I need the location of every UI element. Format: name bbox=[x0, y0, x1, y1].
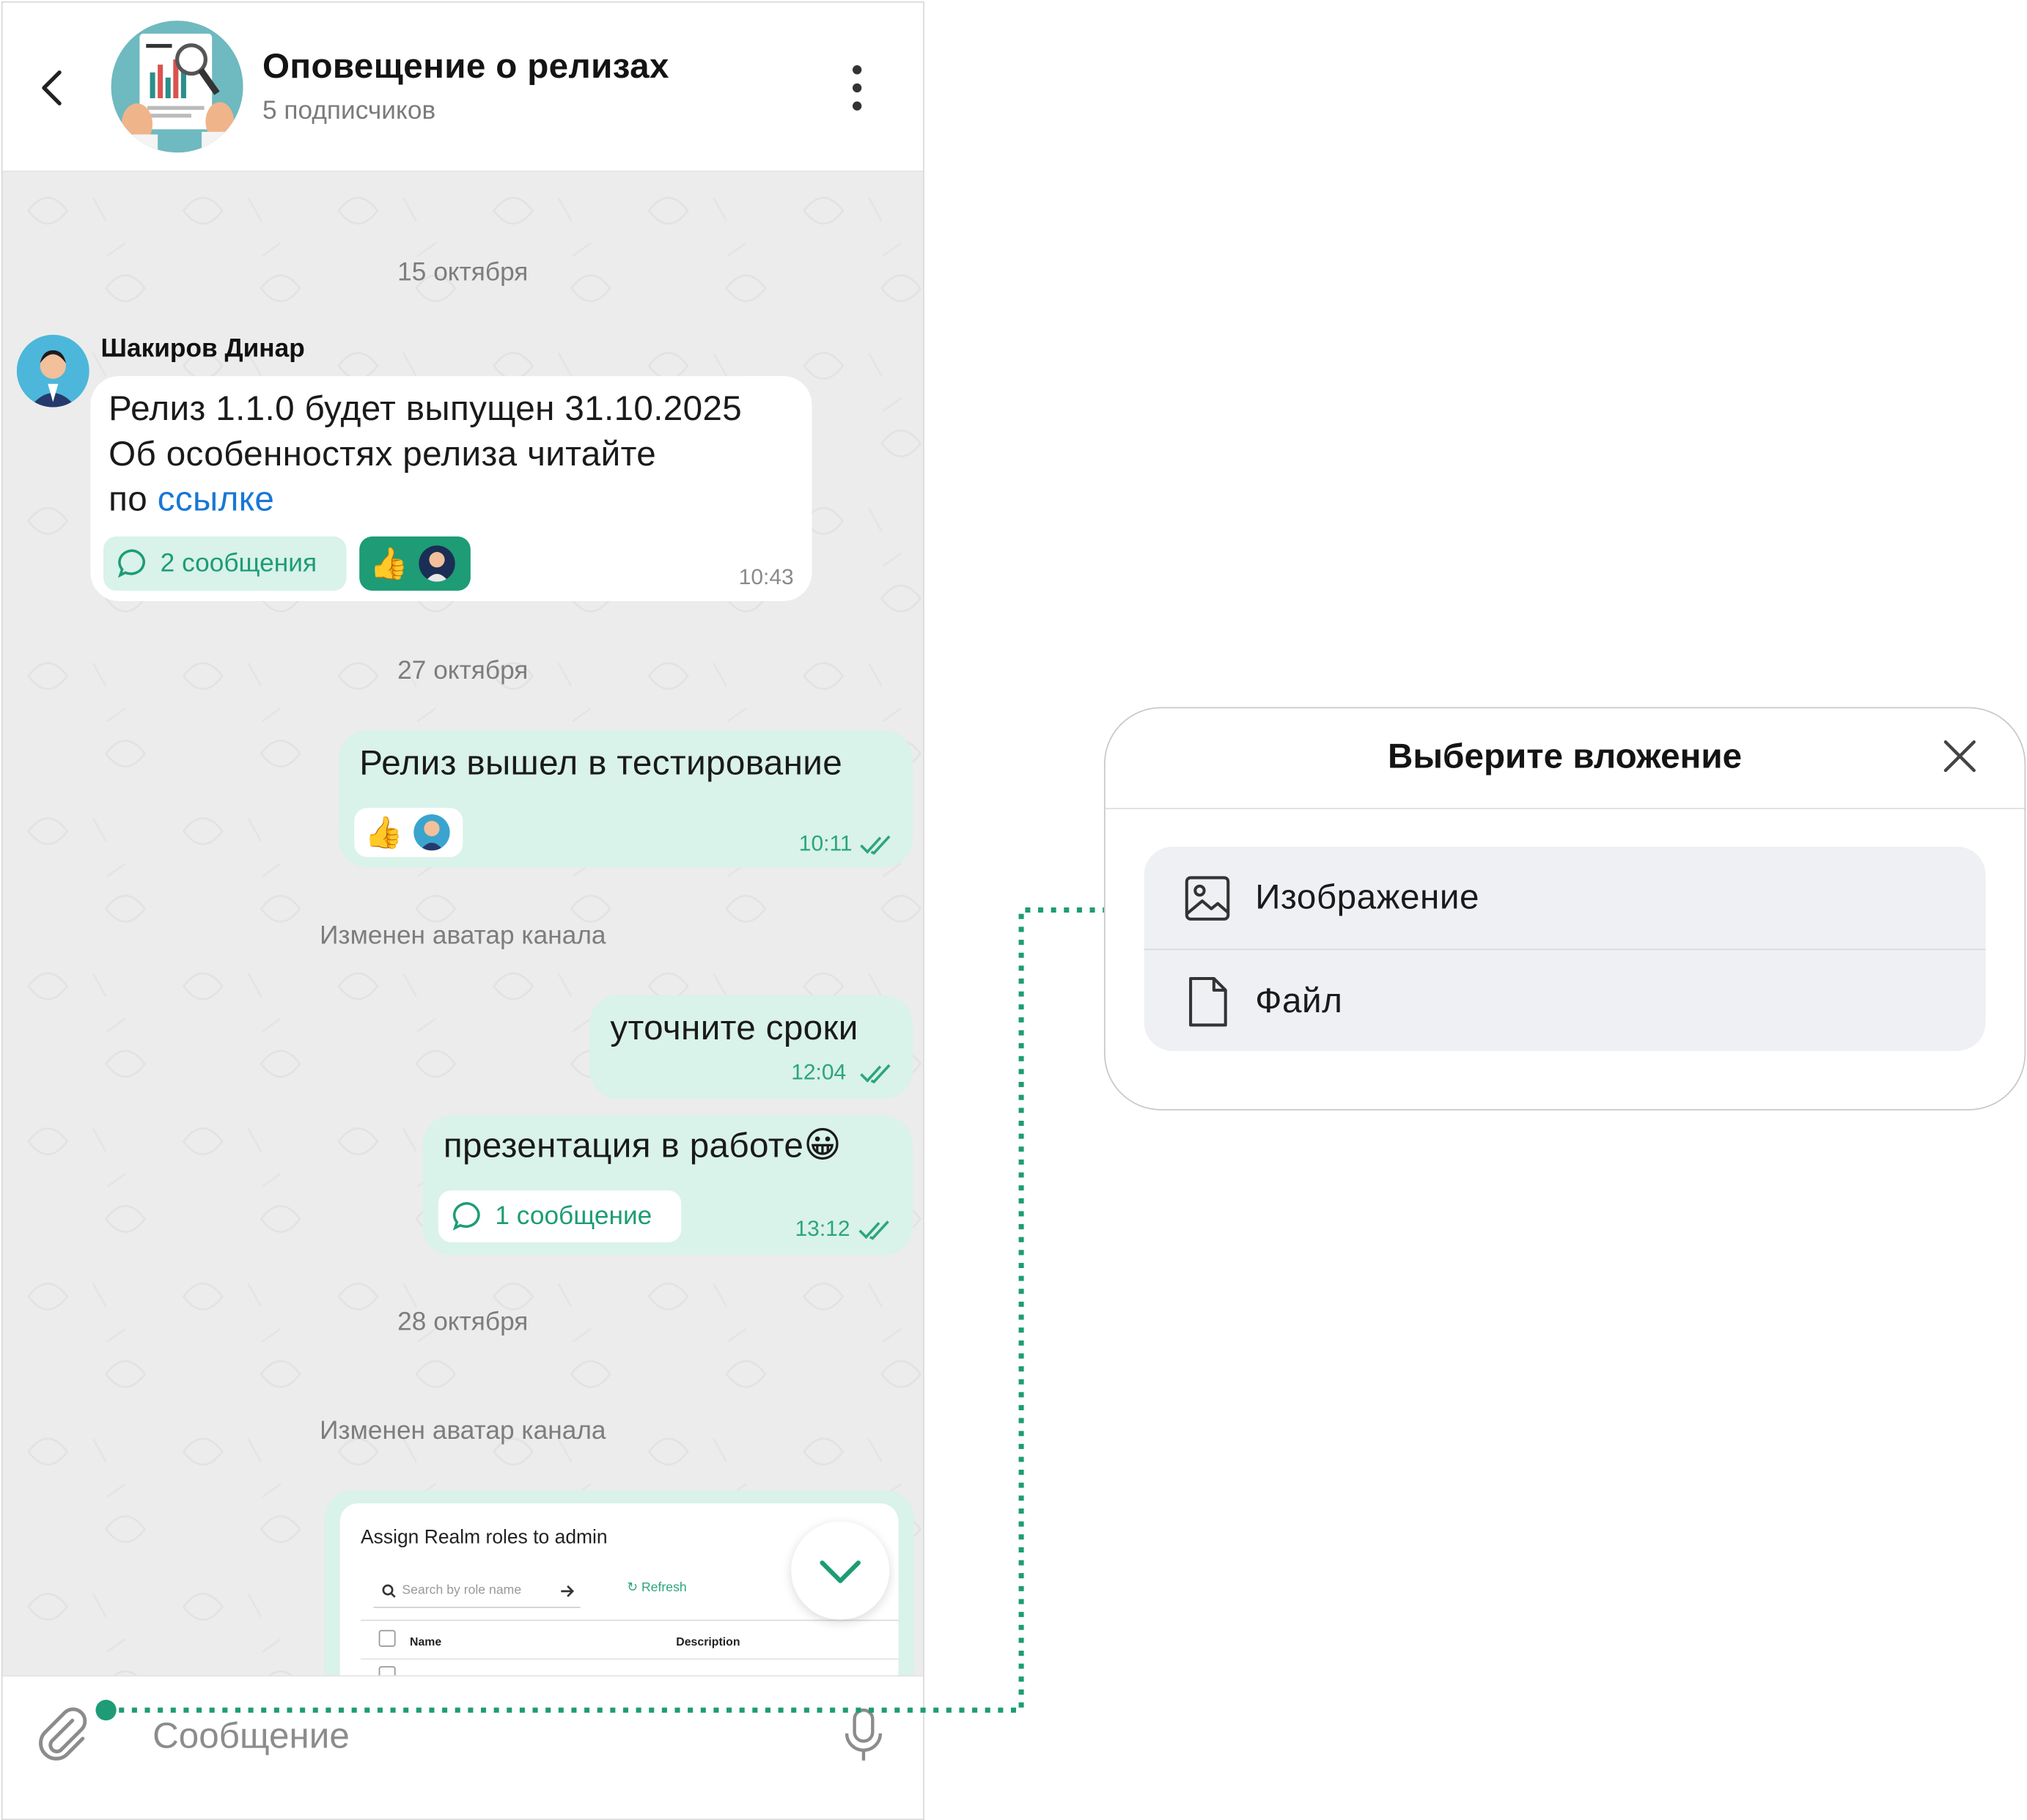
screenshot-title: Assign Realm roles to admin bbox=[360, 1526, 608, 1549]
system-message: Изменен аватар канала bbox=[320, 1416, 606, 1445]
date-separator: 15 октября bbox=[397, 258, 529, 287]
reactor-avatar bbox=[413, 814, 450, 851]
arrow-right-icon bbox=[561, 1585, 575, 1597]
message-text: Релиз вышел в тестирование bbox=[359, 743, 843, 782]
message-bubble-outgoing[interactable]: Релиз вышел в тестирование 👍 10:11 bbox=[339, 730, 913, 868]
comment-icon bbox=[452, 1202, 480, 1231]
person-avatar-image bbox=[16, 334, 89, 408]
option-image[interactable]: Изображение bbox=[1144, 847, 1986, 948]
attachment-dialog: Выберите вложение Изображение Файл bbox=[1103, 707, 2026, 1110]
message-input[interactable] bbox=[152, 1705, 773, 1767]
stage: Оповещение о релизах 5 подписчиков 15 ок… bbox=[0, 0, 2027, 1820]
screenshot-col-description: Description bbox=[676, 1635, 740, 1648]
message-time: 10:43 bbox=[738, 564, 794, 590]
screenshot-divider bbox=[360, 1658, 899, 1660]
message-text: презентация в работе😀 bbox=[444, 1123, 842, 1168]
screenshot-refresh: ↻ Refresh bbox=[627, 1581, 686, 1595]
back-button[interactable] bbox=[31, 59, 77, 117]
channel-avatar[interactable] bbox=[111, 21, 243, 153]
message-time: 10:11 bbox=[798, 830, 853, 856]
message-line: Релиз 1.1.0 будет выпущен 31.10.2025 bbox=[108, 388, 743, 428]
dialog-title: Выберите вложение bbox=[1388, 737, 1743, 776]
checkbox-icon bbox=[378, 1629, 396, 1647]
file-icon bbox=[1189, 976, 1227, 1026]
message-time: 12:04 bbox=[791, 1060, 847, 1085]
subscriber-count: 5 подписчиков bbox=[262, 97, 436, 126]
thumbs-up-icon: 👍 bbox=[369, 545, 409, 582]
image-icon bbox=[1185, 875, 1230, 920]
message-line: по ссылке bbox=[108, 477, 806, 523]
reaction-chip[interactable]: 👍 bbox=[359, 536, 471, 591]
system-message: Изменен аватар канала bbox=[320, 921, 606, 951]
message-time: 13:12 bbox=[795, 1216, 850, 1241]
chevron-left-icon bbox=[42, 70, 62, 106]
attachment-options: Изображение Файл bbox=[1144, 847, 1986, 1051]
channel-avatar-image bbox=[111, 21, 243, 153]
option-label: Файл bbox=[1255, 981, 1343, 1020]
message-line-prefix: по bbox=[108, 479, 158, 519]
option-file[interactable]: Файл bbox=[1144, 950, 1986, 1051]
screenshot-divider bbox=[360, 1619, 899, 1621]
message-bubble-outgoing[interactable]: уточните сроки 12:04 bbox=[589, 995, 913, 1099]
microphone-icon bbox=[845, 1708, 883, 1761]
screen: Оповещение о релизах 5 подписчиков 15 ок… bbox=[0, 0, 2027, 1820]
search-icon bbox=[382, 1584, 396, 1598]
more-options-button[interactable] bbox=[838, 59, 877, 117]
checkbox-icon bbox=[378, 1666, 396, 1676]
sender-name[interactable]: Шакиров Динар bbox=[101, 335, 305, 365]
reaction-chip[interactable]: 👍 bbox=[354, 808, 463, 858]
message-bubble-incoming[interactable]: Релиз 1.1.0 будет выпущен 31.10.2025 Об … bbox=[90, 376, 812, 602]
paperclip-icon bbox=[39, 1707, 87, 1761]
thumbs-up-icon: 👍 bbox=[364, 814, 403, 851]
message-composer bbox=[2, 1675, 924, 1819]
message-text: уточните сроки bbox=[610, 1008, 858, 1047]
screenshot-search: Search by role name bbox=[373, 1578, 581, 1608]
message-line: Об особенностях релиза читайте bbox=[108, 434, 657, 474]
reactor-avatar bbox=[419, 545, 455, 582]
voice-message-button[interactable] bbox=[840, 1705, 886, 1764]
screenshot-col-name: Name bbox=[409, 1635, 442, 1648]
more-vertical-icon bbox=[852, 65, 862, 111]
release-notes-link[interactable]: ссылке bbox=[158, 479, 275, 518]
grinning-face-icon: 😀 bbox=[803, 1123, 842, 1166]
close-icon bbox=[1943, 740, 1976, 773]
date-separator: 27 октября bbox=[397, 656, 529, 685]
chat-header: Оповещение о релизах 5 подписчиков bbox=[2, 2, 924, 172]
double-check-icon bbox=[860, 835, 891, 855]
message-text-body: презентация в работе bbox=[443, 1126, 804, 1165]
close-button[interactable] bbox=[1938, 734, 1982, 778]
comment-icon bbox=[117, 549, 145, 578]
attach-button[interactable] bbox=[34, 1705, 93, 1764]
thread-count: 2 сообщения bbox=[160, 548, 317, 578]
screenshot-refresh-label: Refresh bbox=[641, 1580, 687, 1596]
date-separator: 28 октября bbox=[397, 1308, 529, 1337]
scroll-down-button[interactable] bbox=[791, 1521, 890, 1620]
option-label: Изображение bbox=[1255, 877, 1480, 917]
chat-screen: Оповещение о релизах 5 подписчиков 15 ок… bbox=[1, 1, 924, 1820]
chevron-down-icon bbox=[820, 1560, 861, 1583]
dialog-divider bbox=[1105, 808, 2025, 809]
thread-count: 1 сообщение bbox=[495, 1201, 652, 1230]
channel-title[interactable]: Оповещение о релизах bbox=[262, 46, 669, 86]
message-text: Релиз 1.1.0 будет выпущен 31.10.2025 Об … bbox=[108, 386, 806, 522]
refresh-icon: ↻ bbox=[627, 1580, 641, 1596]
screenshot-search-placeholder: Search by role name bbox=[402, 1583, 522, 1598]
message-list[interactable]: 15 октября Шакиров Динар Релиз 1.1.0 буд… bbox=[2, 172, 924, 1676]
double-check-icon bbox=[860, 1064, 891, 1084]
double-check-icon bbox=[858, 1220, 889, 1240]
thread-replies-button[interactable]: 2 сообщения bbox=[103, 536, 347, 591]
sender-avatar[interactable] bbox=[16, 334, 89, 408]
message-bubble-outgoing[interactable]: презентация в работе😀 1 сообщение 13:12 bbox=[422, 1115, 913, 1256]
thread-replies-button[interactable]: 1 сообщение bbox=[438, 1190, 682, 1242]
